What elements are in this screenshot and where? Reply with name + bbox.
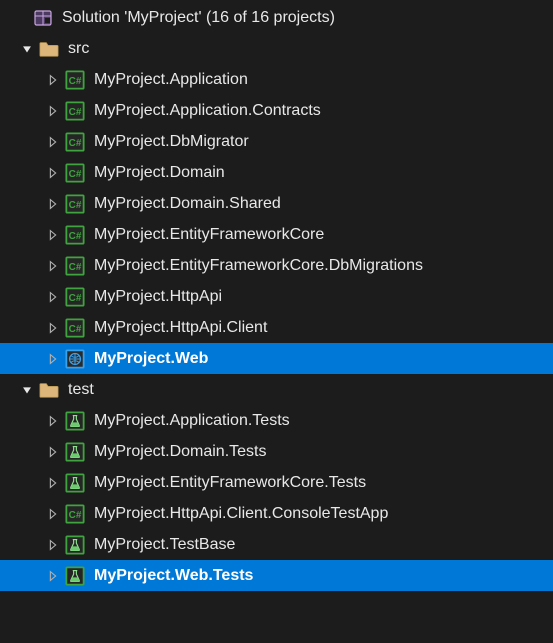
solution-icon	[32, 7, 54, 29]
expander-project[interactable]	[44, 288, 62, 306]
project-node[interactable]: MyProject.Domain.Shared	[0, 188, 553, 219]
folder-icon	[38, 379, 60, 401]
csharp-project-icon	[64, 317, 86, 339]
project-node[interactable]: MyProject.Domain.Tests	[0, 436, 553, 467]
folder-label: src	[68, 38, 89, 60]
expander-folder[interactable]	[18, 381, 36, 399]
csharp-project-icon	[64, 131, 86, 153]
test-project-icon	[64, 441, 86, 463]
folder-node[interactable]: test	[0, 374, 553, 405]
project-node[interactable]: MyProject.TestBase	[0, 529, 553, 560]
project-label: MyProject.DbMigrator	[94, 131, 249, 153]
project-label: MyProject.Domain.Tests	[94, 441, 267, 463]
project-label: MyProject.Application	[94, 69, 248, 91]
test-project-icon	[64, 534, 86, 556]
project-label: MyProject.TestBase	[94, 534, 235, 556]
expander-project[interactable]	[44, 226, 62, 244]
project-label: MyProject.Application.Contracts	[94, 100, 321, 122]
project-label: MyProject.HttpApi.Client	[94, 317, 267, 339]
csharp-project-icon	[64, 503, 86, 525]
project-node[interactable]: MyProject.Web.Tests	[0, 560, 553, 591]
solution-explorer-tree[interactable]: Solution 'MyProject' (16 of 16 projects)…	[0, 0, 553, 591]
project-label: MyProject.Domain	[94, 162, 225, 184]
expander-project[interactable]	[44, 505, 62, 523]
expander-project[interactable]	[44, 350, 62, 368]
csharp-project-icon	[64, 162, 86, 184]
expander-folder[interactable]	[18, 40, 36, 58]
project-node[interactable]: MyProject.Application.Contracts	[0, 95, 553, 126]
project-label: MyProject.EntityFrameworkCore.DbMigratio…	[94, 255, 423, 277]
project-node[interactable]: MyProject.Web	[0, 343, 553, 374]
project-node[interactable]: MyProject.EntityFrameworkCore.Tests	[0, 467, 553, 498]
test-project-icon	[64, 410, 86, 432]
expander-project[interactable]	[44, 102, 62, 120]
project-node[interactable]: MyProject.Application.Tests	[0, 405, 553, 436]
project-node[interactable]: MyProject.EntityFrameworkCore.DbMigratio…	[0, 250, 553, 281]
csharp-project-icon	[64, 224, 86, 246]
csharp-project-icon	[64, 193, 86, 215]
project-node[interactable]: MyProject.DbMigrator	[0, 126, 553, 157]
project-label: MyProject.HttpApi.Client.ConsoleTestApp	[94, 503, 388, 525]
csharp-project-icon	[64, 255, 86, 277]
project-label: MyProject.HttpApi	[94, 286, 222, 308]
solution-node[interactable]: Solution 'MyProject' (16 of 16 projects)	[0, 2, 553, 33]
project-label: MyProject.Web.Tests	[94, 565, 253, 587]
expander-project[interactable]	[44, 536, 62, 554]
expander-none	[12, 9, 30, 27]
project-label: MyProject.Domain.Shared	[94, 193, 281, 215]
expander-project[interactable]	[44, 257, 62, 275]
project-node[interactable]: MyProject.HttpApi	[0, 281, 553, 312]
expander-project[interactable]	[44, 412, 62, 430]
expander-project[interactable]	[44, 443, 62, 461]
expander-project[interactable]	[44, 319, 62, 337]
csharp-project-icon	[64, 100, 86, 122]
project-label: MyProject.EntityFrameworkCore	[94, 224, 324, 246]
project-label: MyProject.EntityFrameworkCore.Tests	[94, 472, 366, 494]
test-project-icon	[64, 472, 86, 494]
expander-project[interactable]	[44, 133, 62, 151]
project-label: MyProject.Web	[94, 348, 208, 370]
project-node[interactable]: MyProject.HttpApi.Client.ConsoleTestApp	[0, 498, 553, 529]
csharp-project-icon	[64, 69, 86, 91]
project-node[interactable]: MyProject.Application	[0, 64, 553, 95]
project-node[interactable]: MyProject.EntityFrameworkCore	[0, 219, 553, 250]
folder-node[interactable]: src	[0, 33, 553, 64]
csharp-project-icon	[64, 286, 86, 308]
test-project-icon	[64, 565, 86, 587]
folder-icon	[38, 38, 60, 60]
project-node[interactable]: MyProject.HttpApi.Client	[0, 312, 553, 343]
project-node[interactable]: MyProject.Domain	[0, 157, 553, 188]
solution-label: Solution 'MyProject' (16 of 16 projects)	[62, 7, 335, 29]
expander-project[interactable]	[44, 474, 62, 492]
project-label: MyProject.Application.Tests	[94, 410, 290, 432]
expander-project[interactable]	[44, 195, 62, 213]
expander-project[interactable]	[44, 567, 62, 585]
folder-label: test	[68, 379, 94, 401]
expander-project[interactable]	[44, 71, 62, 89]
web-project-icon	[64, 348, 86, 370]
expander-project[interactable]	[44, 164, 62, 182]
